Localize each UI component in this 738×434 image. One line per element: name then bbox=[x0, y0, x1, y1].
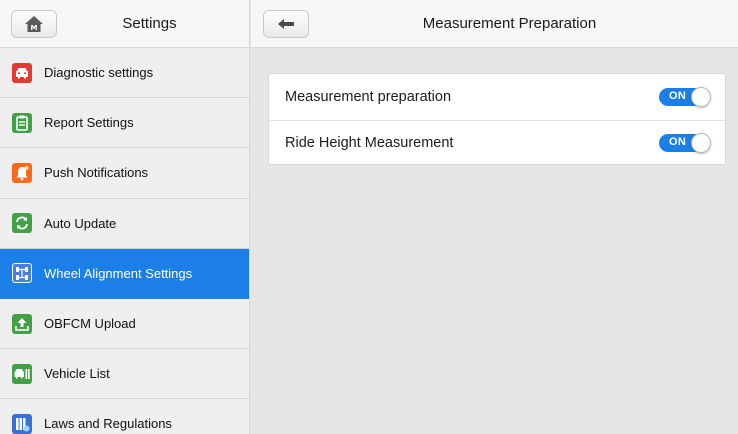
toggle-state: ON bbox=[669, 135, 687, 148]
sidebar-item-label: Auto Update bbox=[44, 215, 117, 231]
setting-label: Measurement preparation bbox=[285, 88, 452, 105]
ride-height-measurement-toggle[interactable]: ON bbox=[659, 132, 711, 153]
home-icon: M bbox=[25, 16, 43, 32]
home-button[interactable]: M bbox=[11, 10, 57, 38]
car-icon bbox=[12, 62, 32, 83]
setting-row-measurement-preparation: Measurement preparation ON bbox=[269, 74, 725, 120]
sidebar-item-obfcm-upload[interactable]: OBFCM Upload bbox=[0, 298, 249, 350]
sidebar-item-label: Report Settings bbox=[44, 115, 134, 131]
setting-row-ride-height-measurement: Ride Height Measurement ON bbox=[269, 119, 725, 166]
clipboard-icon bbox=[12, 112, 32, 133]
sidebar-item-push-notifications[interactable]: Push Notifications bbox=[0, 148, 249, 199]
settings-card: Measurement preparation ON Ride Height M… bbox=[268, 73, 726, 165]
measurement-preparation-toggle[interactable]: ON bbox=[659, 86, 711, 107]
back-button[interactable] bbox=[263, 10, 309, 38]
svg-text:M: M bbox=[31, 24, 38, 32]
upload-icon bbox=[12, 313, 32, 334]
sidebar-header: M Settings bbox=[0, 0, 249, 48]
sidebar-item-label: Laws and Regulations bbox=[44, 416, 172, 432]
sidebar-item-vehicle-list[interactable]: Vehicle List bbox=[0, 349, 249, 400]
main-panel: Measurement Preparation Measurement prep… bbox=[251, 0, 738, 434]
page-title: Measurement Preparation bbox=[422, 15, 597, 32]
sidebar-item-report-settings[interactable]: Report Settings bbox=[0, 98, 249, 149]
sidebar-item-laws-and-regulations[interactable]: Laws and Regulations bbox=[0, 399, 249, 434]
setting-label: Ride Height Measurement bbox=[285, 134, 454, 151]
bell-icon bbox=[12, 162, 32, 183]
sidebar-item-diagnostic-settings[interactable]: Diagnostic settings bbox=[0, 48, 249, 99]
refresh-icon bbox=[12, 213, 32, 234]
vehicle-list-icon bbox=[12, 363, 32, 384]
back-arrow-icon bbox=[278, 19, 294, 29]
settings-sidebar: M Settings Diagnostic settings Report Se… bbox=[0, 0, 250, 434]
sidebar-item-label: Push Notifications bbox=[44, 165, 149, 181]
sidebar-item-label: Diagnostic settings bbox=[44, 65, 154, 81]
sidebar-item-label: Wheel Alignment Settings bbox=[44, 265, 193, 281]
settings-menu: Diagnostic settings Report Settings Push… bbox=[0, 48, 249, 434]
wheel-alignment-icon bbox=[12, 263, 32, 284]
sidebar-item-label: OBFCM Upload bbox=[44, 316, 136, 332]
books-icon bbox=[12, 413, 32, 434]
toggle-state: ON bbox=[669, 89, 687, 102]
sidebar-item-auto-update[interactable]: Auto Update bbox=[0, 198, 249, 249]
main-header: Measurement Preparation bbox=[251, 0, 738, 48]
toggle-knob bbox=[691, 86, 711, 107]
sidebar-item-label: Vehicle List bbox=[44, 366, 110, 382]
toggle-knob bbox=[691, 132, 711, 153]
sidebar-item-wheel-alignment-settings[interactable]: Wheel Alignment Settings bbox=[0, 248, 249, 299]
